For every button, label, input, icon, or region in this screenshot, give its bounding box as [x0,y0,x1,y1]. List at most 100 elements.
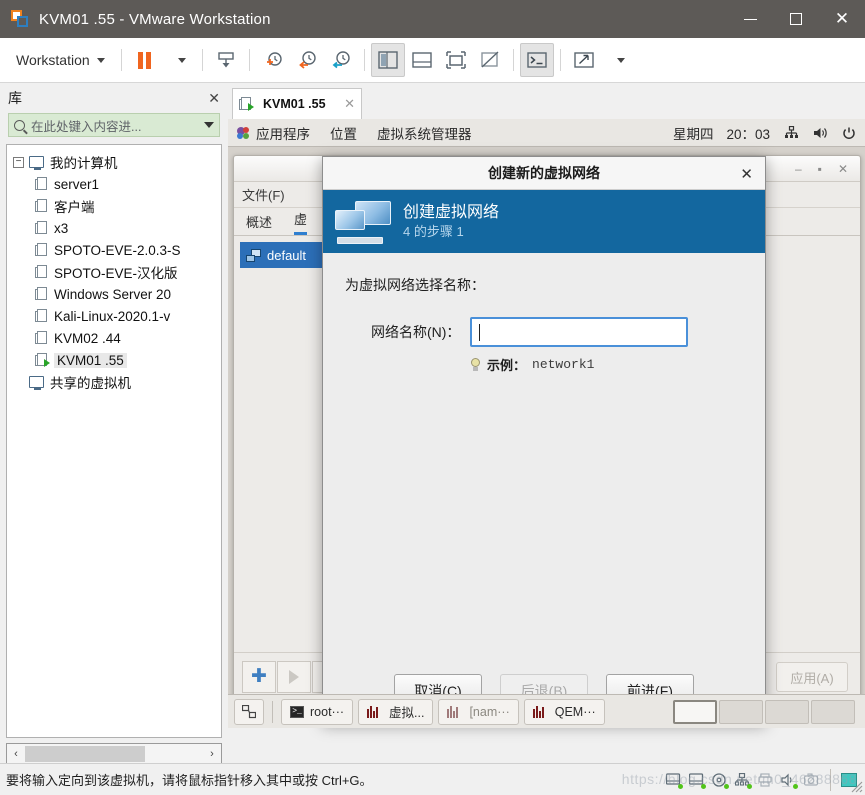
console-view-button[interactable] [519,43,554,77]
library-panel-icon [377,51,398,69]
workspace-2[interactable] [719,699,763,724]
sound-card-icon[interactable] [781,773,798,789]
pause-button[interactable] [128,43,162,77]
resize-grip-icon[interactable] [851,781,863,793]
tree-item-vm[interactable]: Kali-Linux-2020.1-v [7,305,221,327]
cd-dvd-icon[interactable] [712,772,729,789]
tree-item-vm[interactable]: SPOTO-EVE-汉化版 [7,261,221,283]
taskbar-item[interactable]: [nam··· [438,698,519,725]
library-tree[interactable]: − 我的计算机 server1 客户端 x3 SPOTO-EVE-2.0.3-S [6,144,222,738]
tab-virtual-networks[interactable]: 虚 [294,209,308,235]
library-horizontal-scrollbar[interactable]: ‹ › [6,743,222,765]
workspace-4[interactable] [811,699,855,724]
collapse-icon[interactable]: − [13,156,24,168]
tree-item-vm-selected[interactable]: KVM01 .55 [7,349,221,371]
send-ctrl-alt-del-button[interactable] [209,43,243,77]
network-adapter-icon[interactable] [734,772,752,789]
taskbar-item[interactable]: 虚拟... [358,698,434,725]
virt-manager-window-controls: – ▪ ✕ [795,162,860,176]
vm-icon [35,199,48,213]
vm-label: KVM01 .55 [54,352,127,368]
take-snapshot-button[interactable] [256,43,290,77]
places-menu[interactable]: 位置 [330,123,357,143]
library-search-box[interactable]: 在此处键入内容进... [8,113,220,137]
status-device-icons [665,768,865,791]
show-desktop-button[interactable] [234,698,264,725]
toolbar-divider [512,49,514,71]
stretch-guest-button[interactable] [567,43,601,77]
tree-item-vm[interactable]: Windows Server 20 [7,283,221,305]
scrollbar-thumb[interactable] [25,746,145,762]
vmgr-close-button[interactable]: ✕ [838,162,848,176]
library-close-icon[interactable]: ✕ [208,90,220,107]
tree-item-vm[interactable]: SPOTO-EVE-2.0.3-S [7,239,221,261]
power-icon[interactable] [841,125,857,141]
vmware-workstation-window: KVM01 .55 - VMware Workstation ✕ Worksta… [0,0,865,795]
taskbar-item-label: 虚拟... [389,706,425,720]
vm-tab-close-icon[interactable]: ✕ [344,96,355,112]
workstation-menu-button[interactable]: Workstation [0,43,115,77]
add-network-button[interactable]: ✚ [242,660,276,693]
camera-icon[interactable] [803,772,820,787]
status-divider [830,768,831,791]
vm-label: KVM02 .44 [54,330,121,346]
guest-screen[interactable]: 应用程序 位置 虚拟系统管理器 星期四 20：03 – ▪ ✕ 文件(F) 概述… [228,119,865,728]
taskbar-item[interactable]: QEM··· [523,698,605,725]
unity-mode-icon [480,51,499,68]
tree-item-vm[interactable]: KVM02 .44 [7,327,221,349]
workspace-1[interactable] [673,699,717,724]
hard-disk-icon[interactable] [665,772,683,789]
stretch-dropdown-button[interactable] [601,43,635,77]
dialog-close-icon[interactable]: ✕ [740,165,753,183]
applications-menu[interactable]: 应用程序 [236,123,310,143]
snapshot-manager-icon [332,51,350,69]
revert-snapshot-button[interactable] [290,43,324,77]
apply-button[interactable]: 应用(A) [776,662,848,692]
example-hint: 示例： network1 [345,355,743,374]
show-thumbnail-bar-button[interactable] [405,43,439,77]
full-screen-button[interactable] [439,43,473,77]
status-indicator [747,783,752,789]
maximize-button[interactable] [773,0,819,38]
search-input[interactable]: 在此处键入内容进... [31,116,198,135]
minimize-button[interactable] [727,0,773,38]
tab-overview[interactable]: 概述 [246,212,272,235]
printer-icon[interactable] [758,772,774,787]
network-name-input[interactable] [470,317,689,347]
manage-snapshots-button[interactable] [324,43,358,77]
vm-label: SPOTO-EVE-2.0.3-S [54,242,181,258]
pause-dropdown-button[interactable] [162,43,196,77]
tree-item-shared-vms[interactable]: 共享的虚拟机 [7,371,221,393]
tree-root-label: 我的计算机 [50,156,118,171]
pause-icon [138,51,152,69]
menu-file[interactable]: 文件(F) [242,185,285,204]
panel-day: 星期四 [672,126,714,142]
workspace-3[interactable] [765,699,809,724]
vm-tab[interactable]: KVM01 .55 ✕ [232,88,362,119]
taskbar-item[interactable]: >_ root··· [281,698,354,725]
vm-label: server1 [54,176,100,192]
plus-icon: ✚ [251,666,267,687]
chevron-down-icon[interactable] [204,122,214,128]
vmgr-minimize-button[interactable]: – [795,162,802,176]
tree-item-vm[interactable]: x3 [7,217,221,239]
scroll-right-icon[interactable]: › [203,748,221,760]
tree-root-my-computer[interactable]: − 我的计算机 [7,151,221,173]
network-icon[interactable] [783,125,799,141]
vmm-menu[interactable]: 虚拟系统管理器 [377,123,472,143]
hard-disk-icon[interactable] [688,772,706,789]
close-button[interactable]: ✕ [819,0,865,38]
tree-item-vm[interactable]: server1 [7,173,221,195]
start-network-button[interactable] [277,660,311,693]
status-bar: 要将输入定向到该虚拟机，请将鼠标指针移入其中或按 Ctrl+G。 https:/… [0,763,865,795]
banner-heading: 创建虚拟网络 [403,203,500,221]
library-header: 库 ✕ [0,83,228,113]
toolbar-divider [248,49,250,71]
two-monitors-icon [335,200,391,244]
scroll-left-icon[interactable]: ‹ [7,748,25,760]
unity-mode-button[interactable] [473,43,507,77]
show-library-button[interactable] [370,43,405,77]
vmgr-maximize-button[interactable]: ▪ [818,162,822,176]
volume-icon[interactable] [812,125,828,141]
tree-item-vm[interactable]: 客户端 [7,195,221,217]
